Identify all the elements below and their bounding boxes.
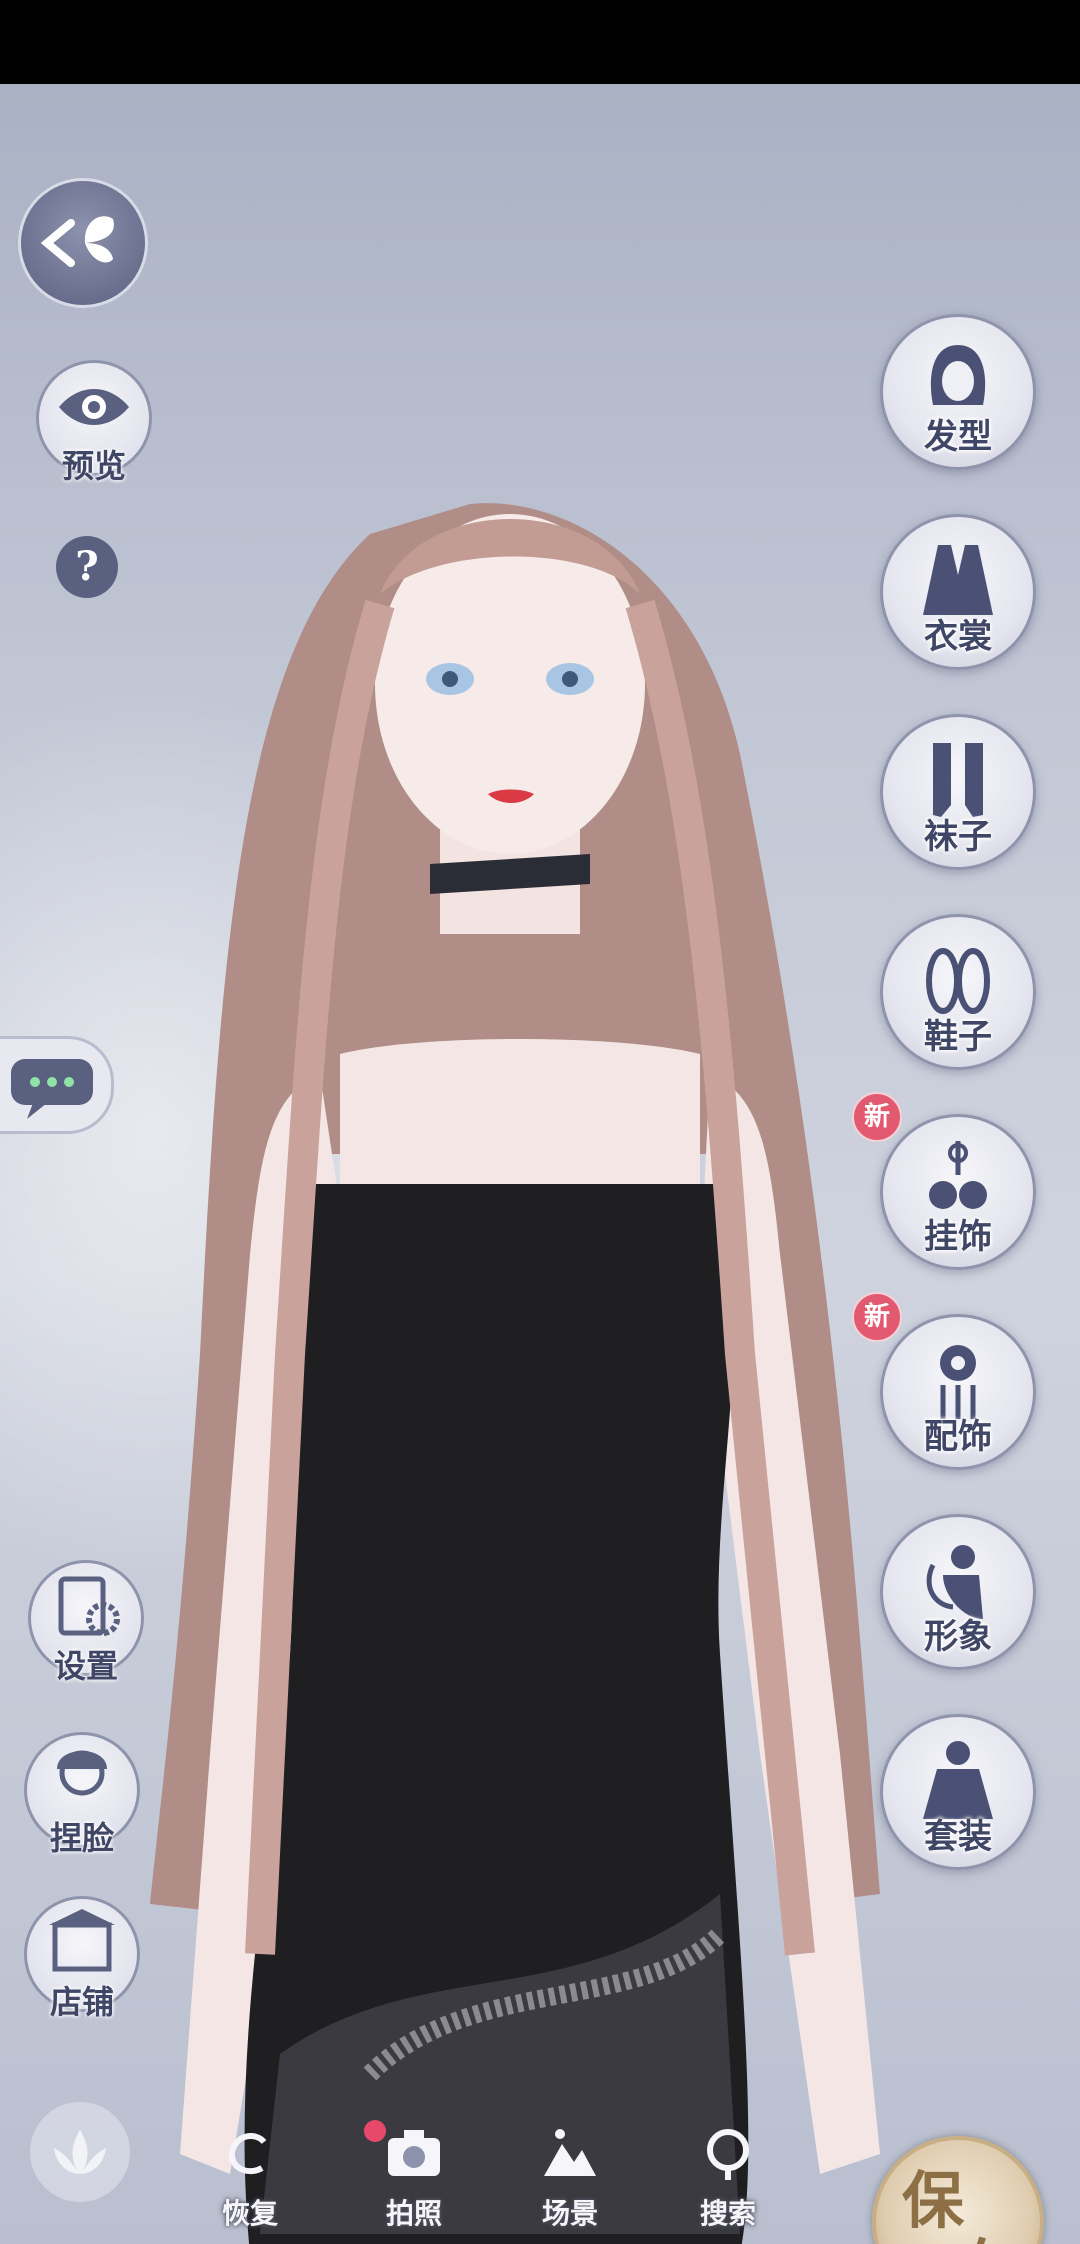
socks-label: 袜子: [924, 817, 992, 857]
scene-button[interactable]: 场景: [510, 2114, 630, 2230]
restore-icon: [228, 2133, 267, 2175]
search-label: 搜索: [699, 2197, 756, 2230]
help-button[interactable]: ?: [56, 536, 118, 598]
save-label-2: 存: [956, 2218, 1018, 2244]
lotus-icon: [54, 2130, 106, 2174]
preview-button[interactable]: 预览: [36, 360, 152, 485]
chat-button[interactable]: [0, 1036, 114, 1134]
pendant-label: 挂饰: [924, 1217, 992, 1257]
chat-bubble-icon: [11, 1059, 93, 1119]
photo-label: 拍照: [385, 2197, 442, 2230]
eye-icon: [59, 389, 129, 425]
character-model: [150, 503, 880, 2244]
status-bar: [0, 0, 1080, 84]
socks-button[interactable]: 袜子: [880, 714, 1036, 870]
new-badge: 新: [852, 1292, 902, 1342]
save-label-1: 保: [902, 2164, 965, 2237]
shop-icon: [49, 1909, 115, 1972]
notification-dot: [364, 2120, 386, 2142]
clothing-label: 衣裳: [924, 617, 992, 657]
dressing-scene: 预览 ? 设置 捏脸 店铺 发型 衣裳 袜子 鞋子 新 挂饰 新 配饰 形象 套…: [0, 84, 1080, 2244]
settings-gear-icon: [58, 1576, 120, 1636]
accessory-button[interactable]: 配饰: [880, 1314, 1036, 1470]
image-label: 形象: [924, 1617, 992, 1657]
settings-label: 设置: [53, 1647, 118, 1685]
scene-icon: [544, 2129, 596, 2176]
hairstyle-button[interactable]: 发型: [880, 314, 1036, 470]
restore-label: 恢复: [221, 2197, 278, 2230]
shoes-button[interactable]: 鞋子: [880, 914, 1036, 1070]
accessory-label: 配饰: [924, 1417, 992, 1457]
search-icon: [707, 2129, 749, 2180]
lotus-button[interactable]: [30, 2102, 130, 2202]
search-button[interactable]: 搜索: [668, 2114, 788, 2230]
outfit-button[interactable]: 套装: [880, 1714, 1036, 1870]
face-edit-label: 捏脸: [49, 1819, 114, 1857]
hairstyle-label: 发型: [924, 417, 992, 457]
shop-label: 店铺: [49, 1983, 114, 2021]
camera-icon: [388, 2130, 440, 2176]
scene-label: 场景: [541, 2197, 598, 2230]
restore-button[interactable]: 恢复: [190, 2114, 310, 2230]
clothing-button[interactable]: 衣裳: [880, 514, 1036, 670]
face-edit-icon: [57, 1750, 107, 1796]
back-button[interactable]: [18, 178, 148, 308]
new-badge: 新: [852, 1092, 902, 1142]
face-edit-button[interactable]: 捏脸: [24, 1732, 140, 1857]
preview-label: 预览: [61, 447, 126, 485]
settings-button[interactable]: 设置: [28, 1560, 144, 1685]
image-button[interactable]: 形象: [880, 1514, 1036, 1670]
shoes-label: 鞋子: [924, 1017, 992, 1057]
butterfly-back-icon: [40, 216, 114, 267]
shop-button[interactable]: 店铺: [24, 1896, 140, 2021]
pendant-button[interactable]: 挂饰: [880, 1114, 1036, 1270]
photo-button[interactable]: 拍照: [354, 2114, 474, 2230]
outfit-label: 套装: [924, 1817, 992, 1857]
